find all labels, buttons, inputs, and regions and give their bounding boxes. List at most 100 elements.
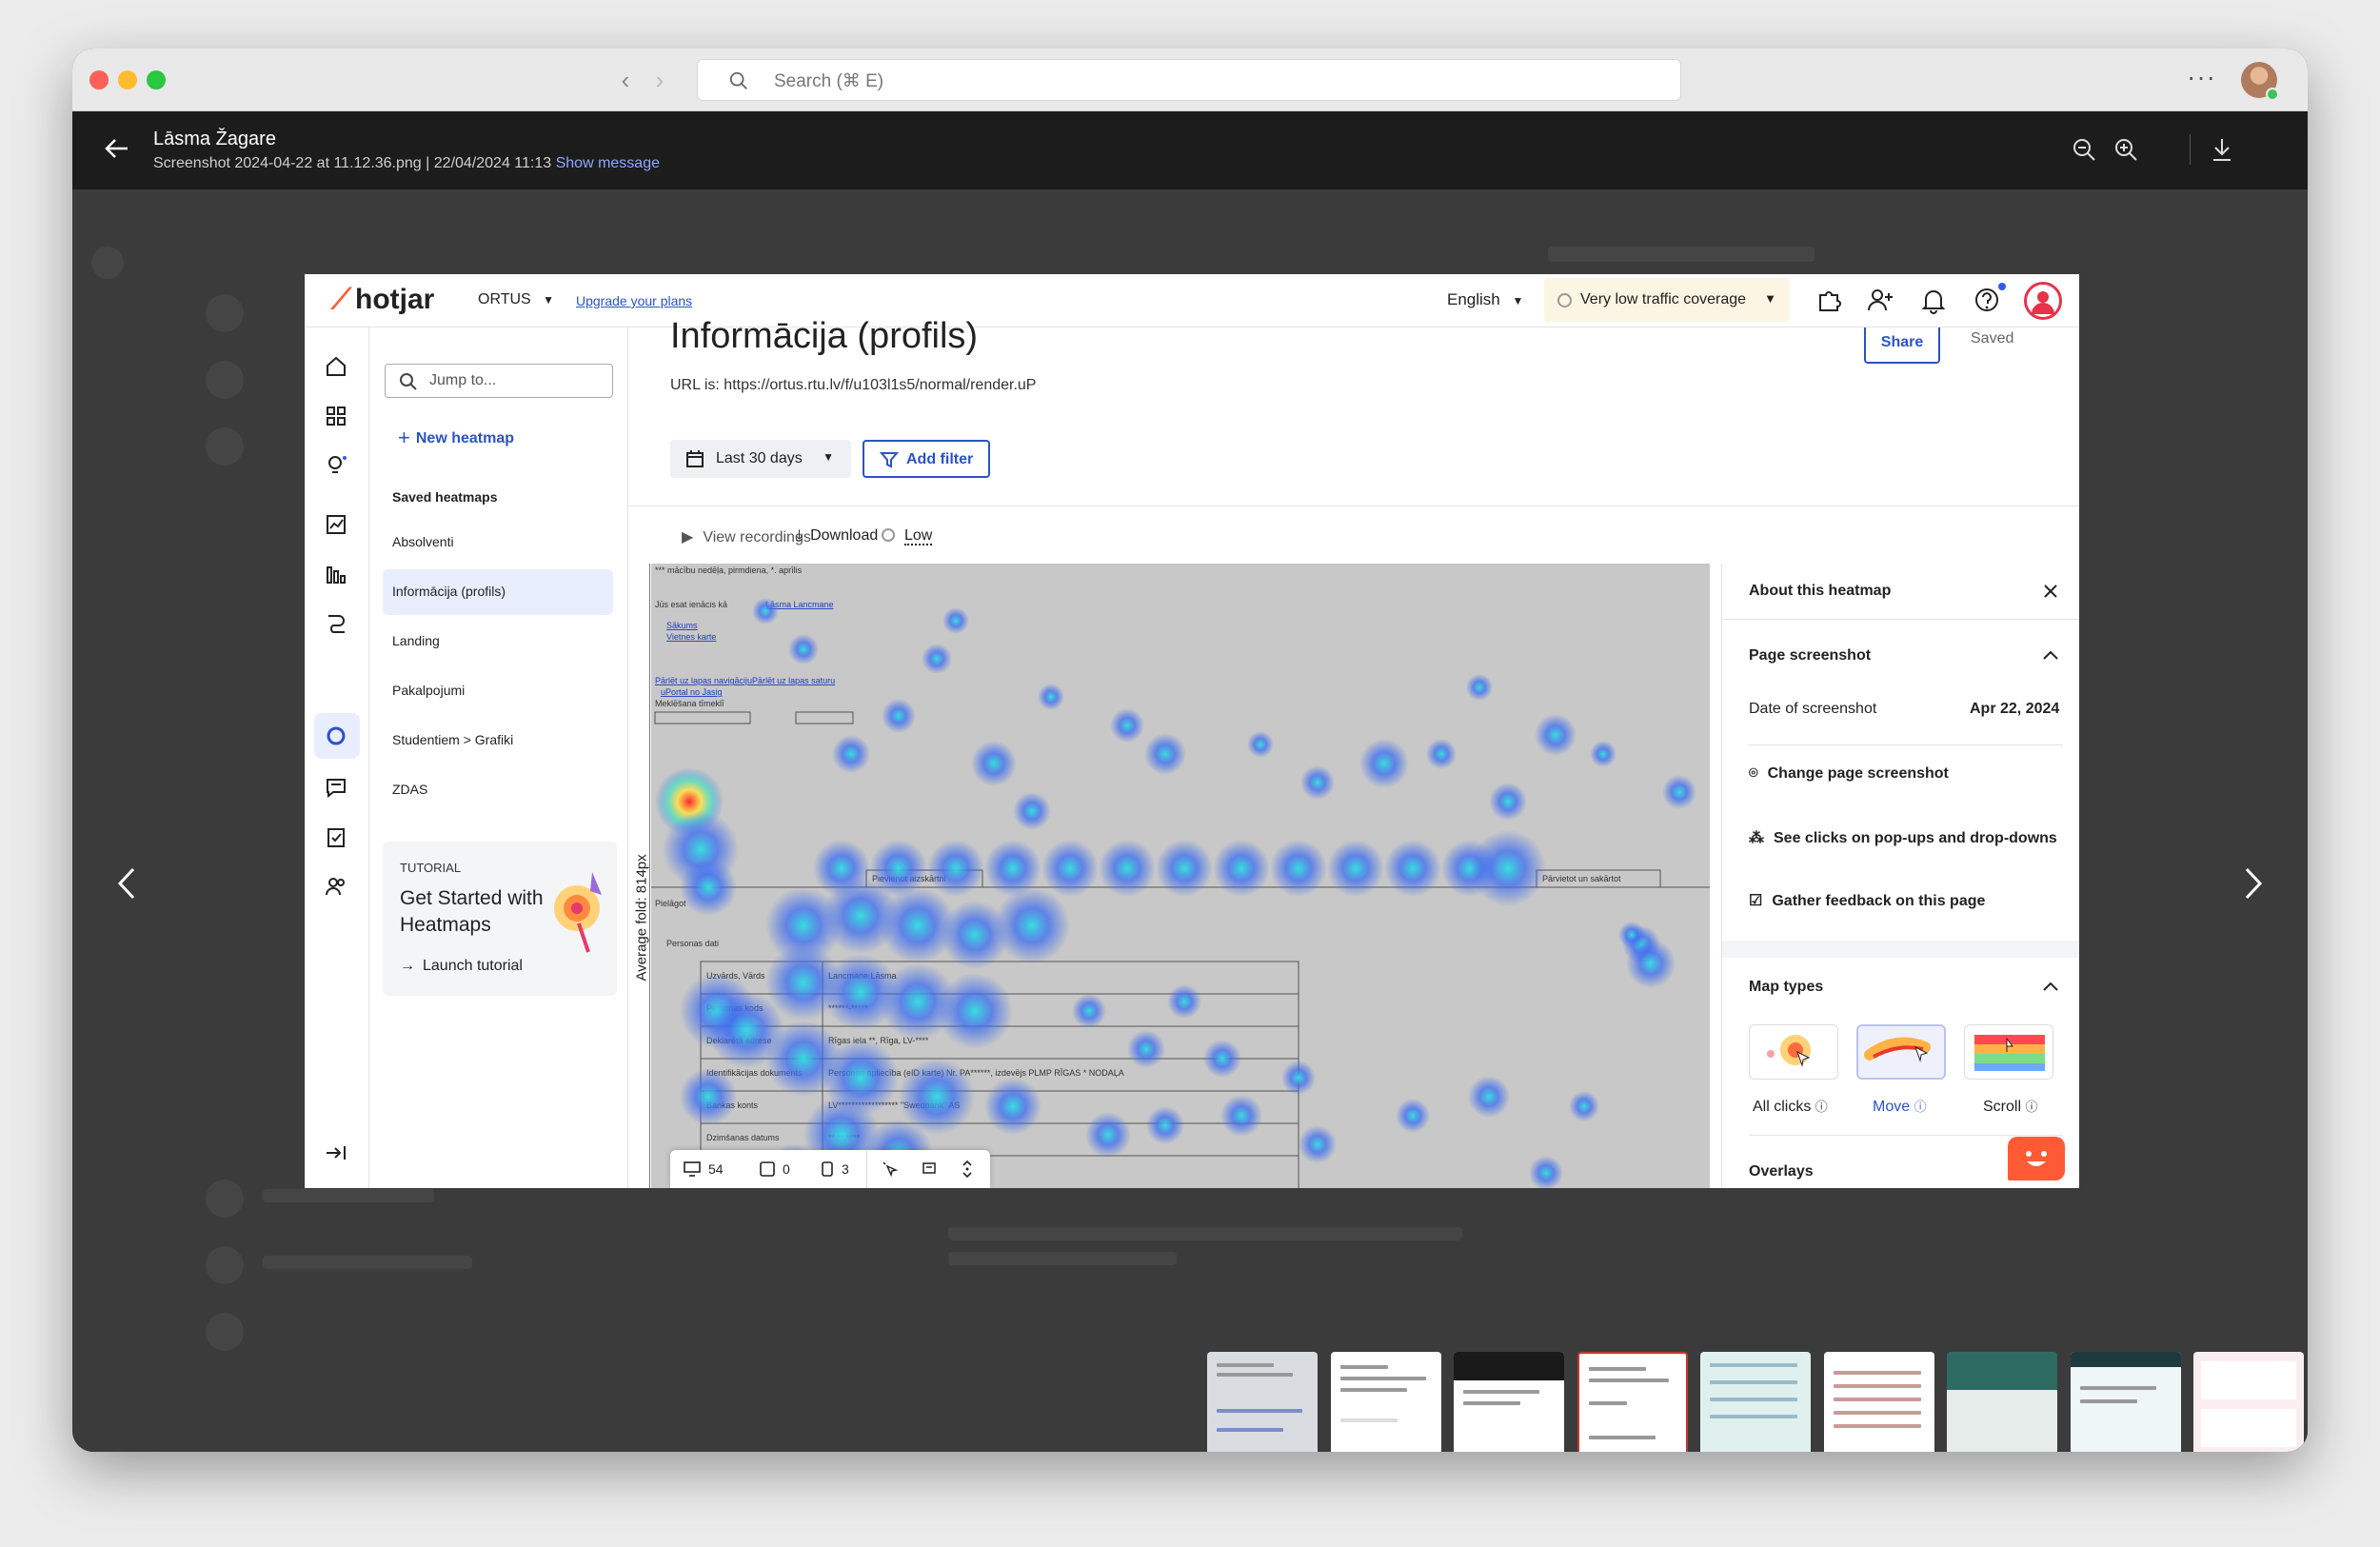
all-clicks-label[interactable]: All clicks ⓘ: [1753, 1097, 1828, 1116]
download-icon[interactable]: [2209, 136, 2235, 163]
add-filter-button[interactable]: Add filter: [863, 440, 990, 478]
hotjar-screenshot: ⟋ hotjar ORTUS ▼ Upgrade your plans Engli…: [305, 274, 2079, 1188]
journeys-icon[interactable]: [324, 611, 348, 636]
see-clicks-popups-button[interactable]: ⁂ See clicks on pop-ups and drop-downs: [1749, 828, 2057, 847]
info-icon[interactable]: ⓘ: [1914, 1100, 1927, 1114]
move-map-option[interactable]: [1856, 1024, 1946, 1080]
zoom-window-button[interactable]: [147, 70, 166, 89]
heat-blob: [1426, 739, 1457, 769]
skip-link[interactable]: Pārlēt uz lapas navigācijuPārlēt uz lapa…: [655, 676, 835, 685]
heat-blob: [1127, 1030, 1165, 1068]
minimize-window-button[interactable]: [118, 70, 137, 89]
lightbulb-icon[interactable]: [324, 453, 348, 478]
search-icon: [729, 71, 747, 89]
show-message-link[interactable]: Show message: [556, 155, 660, 171]
notifications-bell-icon[interactable]: [1919, 286, 1948, 314]
saved-heatmap-item[interactable]: Absolventi: [383, 520, 613, 565]
view-recordings-button[interactable]: ▶ View recordings: [682, 527, 811, 546]
feedback-chat-icon[interactable]: [324, 775, 348, 800]
new-heatmap-button[interactable]: + New heatmap: [398, 426, 514, 450]
hotjar-feedback-widget[interactable]: [2008, 1137, 2065, 1180]
integrations-puzzle-icon[interactable]: [1815, 286, 1843, 314]
launch-tutorial-button[interactable]: → Launch tutorial: [400, 958, 523, 975]
download-icon: ⤓: [796, 527, 803, 544]
traffic-coverage-dropdown[interactable]: Very low traffic coverage ▼: [1544, 278, 1790, 322]
more-horizontal-icon[interactable]: ···: [2187, 62, 2216, 92]
language-selector[interactable]: English ▼: [1447, 290, 1523, 309]
gather-feedback-button[interactable]: ☑ Gather feedback on this page: [1749, 891, 1985, 910]
header-divider: [2190, 134, 2191, 165]
zoom-in-icon[interactable]: [2112, 136, 2139, 163]
thumbnail[interactable]: [1700, 1352, 1811, 1452]
heatmap-canvas[interactable]: *** mācību nedēļa, pirmdiena, *. aprīlis…: [651, 564, 1710, 1188]
map-types-heading[interactable]: Map types: [1749, 979, 1823, 996]
back-arrow-icon[interactable]: [101, 132, 133, 165]
trends-chart-icon[interactable]: [324, 512, 348, 537]
date-range-dropdown[interactable]: Last 30 days ▼: [670, 440, 851, 478]
saved-heatmap-item[interactable]: ZDAS: [383, 767, 613, 813]
collapse-sidebar-icon[interactable]: [324, 1140, 348, 1165]
close-icon[interactable]: [2042, 583, 2059, 600]
saved-heatmap-item[interactable]: Landing: [383, 619, 613, 664]
thumbnail[interactable]: [1454, 1352, 1564, 1452]
previous-image-icon[interactable]: [109, 860, 147, 907]
heatmap-toolbar: ▶ View recordings ⤓ Download Low: [628, 506, 2079, 564]
page-link[interactable]: uPortal no Jasig: [661, 687, 723, 697]
back-nav-icon[interactable]: ‹: [609, 64, 642, 96]
move-label[interactable]: Move ⓘ: [1873, 1097, 1927, 1116]
dashboard-grid-icon[interactable]: [324, 404, 348, 428]
plus-icon: +: [398, 426, 410, 449]
scroll-map-option[interactable]: [1964, 1024, 2053, 1080]
expand-vertical-icon[interactable]: [960, 1160, 975, 1179]
thumbnail[interactable]: [1207, 1352, 1318, 1452]
change-page-screenshot-button[interactable]: ⌾ Change page screenshot: [1749, 765, 1949, 783]
forward-nav-icon[interactable]: ›: [644, 64, 676, 96]
traffic-ring-icon: [1557, 293, 1572, 307]
element-list-icon[interactable]: [922, 1160, 939, 1178]
scroll-label[interactable]: Scroll ⓘ: [1983, 1097, 2037, 1116]
browser-search-input[interactable]: Search (⌘ E): [697, 59, 1681, 101]
thumbnail[interactable]: [1331, 1352, 1441, 1452]
thumbnail[interactable]: [1947, 1352, 2057, 1452]
all-clicks-map-option[interactable]: [1749, 1024, 1838, 1080]
overlays-heading[interactable]: Overlays: [1749, 1163, 1814, 1180]
chevron-up-icon[interactable]: [2042, 981, 2059, 992]
click-cursor-icon[interactable]: [882, 1160, 899, 1178]
chevron-up-icon[interactable]: [2042, 649, 2059, 661]
saved-heatmap-item[interactable]: Pakalpojumi: [383, 668, 613, 714]
thumbnail-selected[interactable]: [1577, 1352, 1688, 1452]
logged-in-text: Jūs esat ienācis kā: [655, 600, 727, 609]
thumbnail[interactable]: [2193, 1352, 2304, 1452]
home-icon[interactable]: [324, 354, 348, 379]
page-link[interactable]: Sākums: [666, 621, 698, 630]
heatmaps-icon[interactable]: [324, 724, 348, 748]
heatmap-overlay: *** mācību nedēļa, pirmdiena, *. aprīlis…: [651, 565, 1710, 1188]
next-image-icon[interactable]: [2233, 860, 2271, 907]
info-icon[interactable]: ⓘ: [1815, 1100, 1828, 1114]
saved-heatmap-item-active[interactable]: Informācija (profils): [383, 569, 613, 615]
upgrade-link[interactable]: Upgrade your plans: [576, 293, 692, 308]
hotjar-top-nav: ⟋ hotjar ORTUS ▼ Upgrade your plans Engli…: [305, 274, 2079, 327]
share-button[interactable]: Share: [1864, 327, 1940, 364]
download-button[interactable]: ⤓ Download: [796, 527, 878, 545]
traffic-level-indicator[interactable]: Low: [882, 527, 933, 545]
heat-blob: [994, 887, 1070, 963]
thumbnail[interactable]: [1824, 1352, 1934, 1452]
hotjar-logo[interactable]: ⟋ hotjar: [331, 284, 434, 316]
jump-to-input[interactable]: Jump to...: [385, 364, 613, 398]
invite-user-icon[interactable]: [1866, 286, 1894, 314]
users-icon[interactable]: [324, 874, 348, 899]
account-avatar-icon[interactable]: [2024, 282, 2062, 320]
org-selector[interactable]: ORTUS ▼: [478, 291, 554, 308]
thumbnail[interactable]: [2071, 1352, 2181, 1452]
page-screenshot-heading[interactable]: Page screenshot: [1749, 647, 1871, 664]
heat-blob: [1110, 708, 1144, 743]
info-icon[interactable]: ⓘ: [2025, 1100, 2037, 1114]
close-window-button[interactable]: [89, 70, 109, 89]
zoom-out-icon[interactable]: [2071, 136, 2097, 163]
surveys-clipboard-icon[interactable]: [324, 824, 348, 849]
heat-blob: [1299, 1125, 1337, 1163]
page-link[interactable]: Vietnes karte: [666, 632, 716, 642]
saved-heatmap-item[interactable]: Studentiem > Grafiki: [383, 718, 613, 764]
funnels-bar-icon[interactable]: [324, 562, 348, 586]
